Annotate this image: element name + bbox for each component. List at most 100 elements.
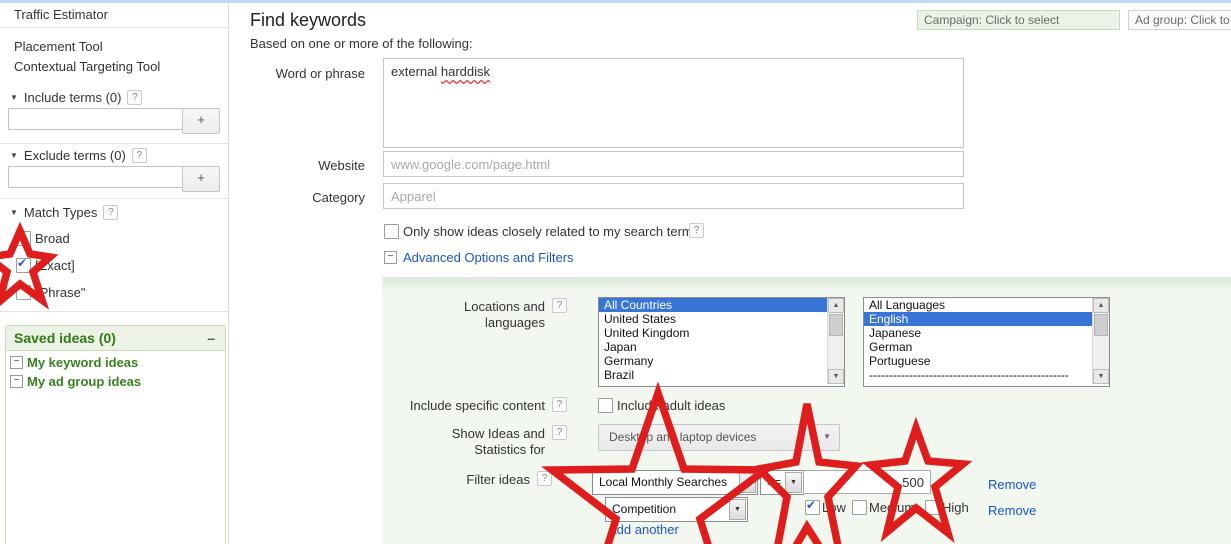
website-input[interactable] — [383, 151, 964, 177]
chevron-down-icon[interactable]: ▼ — [785, 472, 802, 493]
exclude-terms-header[interactable]: ▼ Exclude terms (0) ? — [10, 148, 147, 163]
chevron-down-icon: ▼ — [10, 208, 18, 217]
list-item[interactable]: United States — [599, 312, 844, 326]
page-title: Find keywords — [250, 10, 367, 30]
scrollbar-thumb[interactable] — [829, 314, 843, 336]
saved-ideas-title: Saved ideas (0) — [14, 330, 116, 346]
sidebar-item-placement-tool[interactable]: Placement Tool — [14, 39, 103, 54]
saved-adgroup-ideas-row[interactable]: − My ad group ideas — [10, 374, 225, 389]
locations-label-line1: Locations and — [464, 299, 545, 314]
minimize-icon[interactable]: – — [207, 326, 215, 350]
list-item[interactable]: Germany — [599, 354, 844, 368]
collapse-minus-icon[interactable]: − — [10, 356, 23, 369]
help-icon[interactable]: ? — [127, 90, 143, 105]
sidebar-item-contextual-targeting-tool[interactable]: Contextual Targeting Tool — [14, 59, 160, 74]
match-type-broad-checkbox[interactable]: ✔ — [16, 231, 31, 246]
countries-listbox[interactable]: All Countries United States United Kingd… — [598, 297, 845, 387]
competition-value: Competition — [612, 502, 677, 516]
match-type-exact-label: [Exact] — [35, 258, 75, 273]
filter-value-input[interactable] — [803, 470, 931, 494]
languages-scrollbar[interactable]: ▲ ▼ — [1092, 298, 1109, 384]
saved-keyword-ideas-row[interactable]: − My keyword ideas — [10, 355, 225, 370]
only-related-checkbox[interactable]: ✔ — [384, 224, 399, 239]
ad-group-selector[interactable]: Ad group: Click to select — [1128, 10, 1231, 30]
campaign-selector[interactable]: Campaign: Click to select — [917, 10, 1120, 30]
check-icon: ✔ — [17, 256, 28, 270]
match-type-phrase-label: "Phrase" — [35, 285, 86, 300]
sidebar-item-traffic-estimator[interactable]: Traffic Estimator — [14, 7, 108, 22]
advanced-options-link[interactable]: Advanced Options and Filters — [403, 250, 574, 265]
competition-medium-label: Medium — [869, 500, 916, 515]
show-ideas-label-line1: Show Ideas and — [451, 426, 545, 441]
help-icon[interactable]: ? — [103, 205, 119, 220]
competition-low-checkbox[interactable]: ✔ — [805, 498, 820, 515]
list-item[interactable]: Japan — [599, 340, 844, 354]
competition-medium-checkbox[interactable]: ✔ — [852, 500, 867, 515]
adult-ideas-label: Include adult ideas — [617, 398, 726, 413]
filter-ideas-label: Filter ideas — [466, 472, 530, 487]
include-terms-add-button[interactable]: + — [182, 108, 220, 134]
help-icon[interactable]: ? — [552, 397, 567, 412]
include-terms-header[interactable]: ▼ Include terms (0) ? — [10, 90, 143, 105]
chevron-down-icon[interactable]: ▼ — [739, 472, 756, 493]
adult-ideas-checkbox[interactable]: ✔ — [598, 398, 613, 413]
my-keyword-ideas-link[interactable]: My keyword ideas — [27, 355, 138, 370]
list-item[interactable]: ----------------------------------------… — [864, 368, 1109, 382]
scroll-down-icon[interactable]: ▼ — [828, 369, 844, 384]
show-ideas-label-line2: Statistics for — [474, 442, 545, 457]
specific-content-label: Include specific content — [409, 398, 545, 413]
locations-label-line2: languages — [485, 315, 545, 330]
include-terms-input[interactable] — [8, 108, 184, 130]
scrollbar-thumb[interactable] — [1094, 314, 1108, 336]
scroll-up-icon[interactable]: ▲ — [1093, 298, 1109, 313]
match-types-header[interactable]: ▼ Match Types ? — [10, 205, 119, 220]
list-item[interactable]: All Languages — [864, 298, 1109, 312]
languages-listbox[interactable]: All Languages English Japanese German Po… — [863, 297, 1110, 387]
competition-dropdown[interactable]: Competition ▼ — [605, 497, 748, 522]
help-icon[interactable]: ? — [537, 471, 552, 486]
countries-scrollbar[interactable]: ▲ ▼ — [827, 298, 844, 384]
help-icon[interactable]: ? — [689, 223, 704, 238]
help-icon[interactable]: ? — [131, 148, 147, 163]
keyword-tool-screen: Traffic Estimator Placement Tool Context… — [0, 0, 1231, 544]
filter-metric-dropdown[interactable]: Local Monthly Searches ▼ — [592, 470, 758, 495]
exclude-terms-input[interactable] — [8, 166, 184, 188]
filter-metric-value: Local Monthly Searches — [599, 475, 728, 489]
scroll-up-icon[interactable]: ▲ — [828, 298, 844, 313]
exclude-terms-add-button[interactable]: + — [182, 166, 220, 192]
list-item[interactable]: German — [864, 340, 1109, 354]
scroll-down-icon[interactable]: ▼ — [1093, 369, 1109, 384]
remove-filter-link[interactable]: Remove — [988, 477, 1036, 492]
match-type-exact-checkbox[interactable]: ✔ — [16, 256, 31, 273]
advanced-collapse-icon[interactable]: − — [384, 251, 397, 264]
chevron-down-icon: ▼ — [10, 151, 18, 160]
category-input[interactable] — [383, 183, 964, 209]
match-type-phrase-checkbox[interactable]: ✔ — [16, 285, 31, 300]
list-item[interactable]: Brazil — [599, 368, 844, 382]
device-dropdown[interactable]: Desktop and laptop devices ▼ — [598, 424, 840, 451]
match-type-broad-label: Broad — [35, 231, 70, 246]
add-another-link[interactable]: Add another — [608, 522, 679, 537]
chevron-down-icon[interactable]: ▼ — [729, 499, 746, 520]
filter-operator-dropdown[interactable]: >= ▼ — [760, 470, 804, 495]
list-item[interactable]: All Countries — [599, 298, 844, 312]
list-item[interactable]: Portuguese — [864, 354, 1109, 368]
list-item[interactable]: United Kingdom — [599, 326, 844, 340]
competition-high-label: High — [942, 500, 969, 515]
competition-high-checkbox[interactable]: ✔ — [925, 500, 940, 515]
help-icon[interactable]: ? — [552, 298, 567, 313]
list-item[interactable]: English — [864, 312, 1109, 326]
category-label: Category — [312, 190, 365, 205]
saved-ideas-header: Saved ideas (0) – — [6, 326, 225, 351]
remove-filter-link[interactable]: Remove — [988, 503, 1036, 518]
my-ad-group-ideas-link[interactable]: My ad group ideas — [27, 374, 141, 389]
list-item[interactable]: Japanese — [864, 326, 1109, 340]
help-icon[interactable]: ? — [552, 425, 567, 440]
word-or-phrase-textarea[interactable]: external harddisk — [383, 58, 964, 148]
word-or-phrase-misspelled-value: harddisk — [440, 64, 491, 79]
collapse-minus-icon[interactable]: − — [10, 375, 23, 388]
match-types-label: Match Types — [23, 205, 98, 220]
filter-operator-value: >= — [767, 475, 782, 489]
chevron-down-icon: ▼ — [10, 93, 18, 102]
chevron-down-icon: ▼ — [823, 432, 831, 441]
